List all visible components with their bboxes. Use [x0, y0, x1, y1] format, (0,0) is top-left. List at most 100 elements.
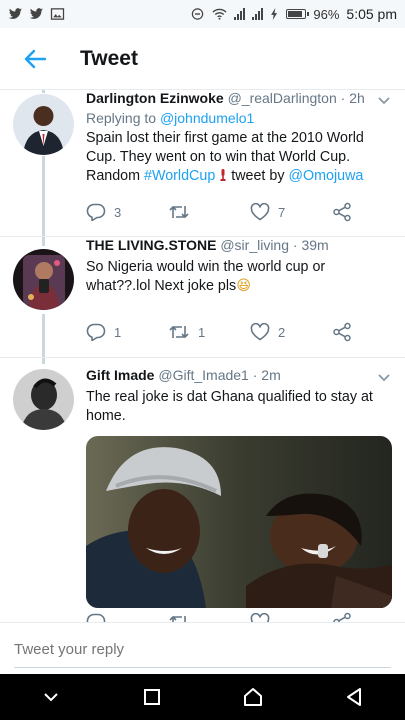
reply-underline	[14, 667, 391, 668]
tweet-thread: Darlington Ezinwoke @_realDarlington · 2…	[0, 90, 405, 622]
reply-composer	[0, 622, 405, 674]
avatar-image	[13, 249, 74, 310]
tweet-actions: 1 1 2	[86, 322, 376, 342]
home-button[interactable]	[223, 674, 283, 720]
signal-icon	[234, 8, 246, 20]
laughing-emoji-icon: 😆	[236, 278, 252, 294]
battery-icon	[286, 9, 310, 19]
tweet-item[interactable]: Gift Imade @Gift_Imade1 · 2m The real jo…	[0, 358, 405, 622]
home-icon	[244, 688, 263, 706]
chevron-down-icon	[43, 693, 58, 702]
chevron-down-icon[interactable]	[377, 96, 391, 106]
retweet-button[interactable]: 1	[168, 322, 250, 342]
gallery-icon	[50, 8, 65, 20]
tweet-meta: THE LIVING.STONE @sir_living · 39m	[86, 237, 391, 253]
replying-prefix: Replying to	[86, 110, 160, 126]
hide-keyboard-button[interactable]	[21, 674, 81, 720]
share-icon	[333, 322, 351, 342]
heart-icon	[250, 323, 270, 341]
tweet-text: The real joke is dat Ghana qualified to …	[86, 389, 373, 424]
chevron-down-icon[interactable]	[377, 373, 391, 383]
avatar[interactable]	[13, 369, 74, 430]
tweet-text-suffix: tweet by	[227, 168, 289, 184]
recents-button[interactable]	[122, 674, 182, 720]
tweet-time: 2h	[349, 90, 365, 106]
replying-to-link[interactable]: @johndumelo1	[160, 110, 254, 126]
author-name[interactable]: THE LIVING.STONE	[86, 237, 216, 253]
avatar-image	[13, 94, 74, 155]
retweet-count: 1	[198, 324, 206, 340]
wifi-icon	[212, 8, 227, 20]
system-nav-bar	[0, 674, 405, 720]
like-button[interactable]: 2	[250, 322, 332, 342]
like-button[interactable]: 7	[250, 202, 332, 222]
tweet-meta: Darlington Ezinwoke @_realDarlington · 2…	[86, 90, 391, 106]
meta-separator: ·	[289, 237, 302, 253]
battery-percent: 96%	[313, 6, 340, 22]
reply-button[interactable]	[86, 612, 168, 622]
clock: 5:05 pm	[346, 6, 397, 22]
tweet-meta: Gift Imade @Gift_Imade1 · 2m	[86, 367, 391, 383]
tweet-text-body: So Nigeria would win the world cup or wh…	[86, 259, 326, 294]
reply-icon	[86, 613, 106, 622]
tweet-text: Spain lost their first game at the 2010 …	[86, 129, 391, 186]
page-title: Tweet	[80, 46, 138, 70]
share-icon	[333, 202, 351, 222]
charging-bolt-icon	[271, 8, 278, 20]
tweet-photo[interactable]	[86, 436, 392, 608]
reply-input[interactable]	[14, 641, 374, 658]
notification-icons	[8, 8, 65, 20]
twitter-bird-icon	[8, 8, 23, 19]
share-button[interactable]	[332, 612, 372, 622]
reply-icon	[86, 323, 106, 341]
reply-icon	[86, 203, 106, 221]
author-handle[interactable]: @sir_living	[220, 237, 289, 253]
tweet-time: 2m	[261, 367, 281, 383]
status-bar: 96% 5:05 pm	[0, 0, 405, 28]
tweet-actions: 3 7	[86, 202, 376, 222]
reply-count: 1	[114, 324, 122, 340]
reply-button[interactable]: 3	[86, 202, 168, 222]
tweet-actions	[86, 612, 376, 622]
author-name[interactable]: Gift Imade	[86, 367, 154, 383]
back-nav-button[interactable]	[324, 674, 384, 720]
tweet-time: 39m	[301, 237, 329, 253]
back-arrow-icon	[24, 49, 47, 68]
back-triangle-icon	[347, 688, 362, 706]
retweet-button[interactable]	[168, 612, 250, 622]
twitter-bird-icon	[29, 8, 44, 19]
retweet-button[interactable]	[168, 202, 250, 222]
author-handle[interactable]: @Gift_Imade1	[158, 367, 248, 383]
share-icon	[333, 612, 351, 622]
share-button[interactable]	[332, 202, 372, 222]
hashtag-link[interactable]: #WorldCup	[144, 168, 215, 184]
tweet-item[interactable]: THE LIVING.STONE @sir_living · 39m So Ni…	[0, 237, 405, 357]
retweet-icon	[169, 616, 186, 622]
signal-icon	[252, 8, 264, 20]
heart-icon	[250, 613, 270, 622]
meta-separator: ·	[248, 367, 262, 383]
author-name[interactable]: Darlington Ezinwoke	[86, 90, 224, 106]
reply-button[interactable]: 1	[86, 322, 168, 342]
reply-count: 3	[114, 204, 122, 220]
share-button[interactable]	[332, 322, 372, 342]
back-button[interactable]	[0, 28, 70, 90]
like-count: 2	[278, 324, 286, 340]
recents-square-icon	[143, 689, 160, 705]
tweet-item[interactable]: Darlington Ezinwoke @_realDarlington · 2…	[0, 90, 405, 235]
author-handle[interactable]: @_realDarlington	[228, 90, 337, 106]
retweet-icon	[169, 326, 189, 338]
mention-link[interactable]: @Omojuwa	[288, 168, 363, 184]
photo-image	[86, 436, 392, 608]
like-count: 7	[278, 204, 286, 220]
retweet-icon	[169, 206, 189, 218]
avatar[interactable]	[13, 94, 74, 155]
minus-circle-icon	[192, 8, 204, 20]
app-header: Tweet	[0, 28, 405, 90]
tweet-text: So Nigeria would win the world cup or wh…	[86, 258, 391, 296]
meta-separator: ·	[336, 90, 350, 106]
heart-icon	[250, 203, 270, 221]
avatar[interactable]	[13, 249, 74, 310]
avatar-image	[13, 369, 74, 430]
like-button[interactable]	[250, 612, 332, 622]
